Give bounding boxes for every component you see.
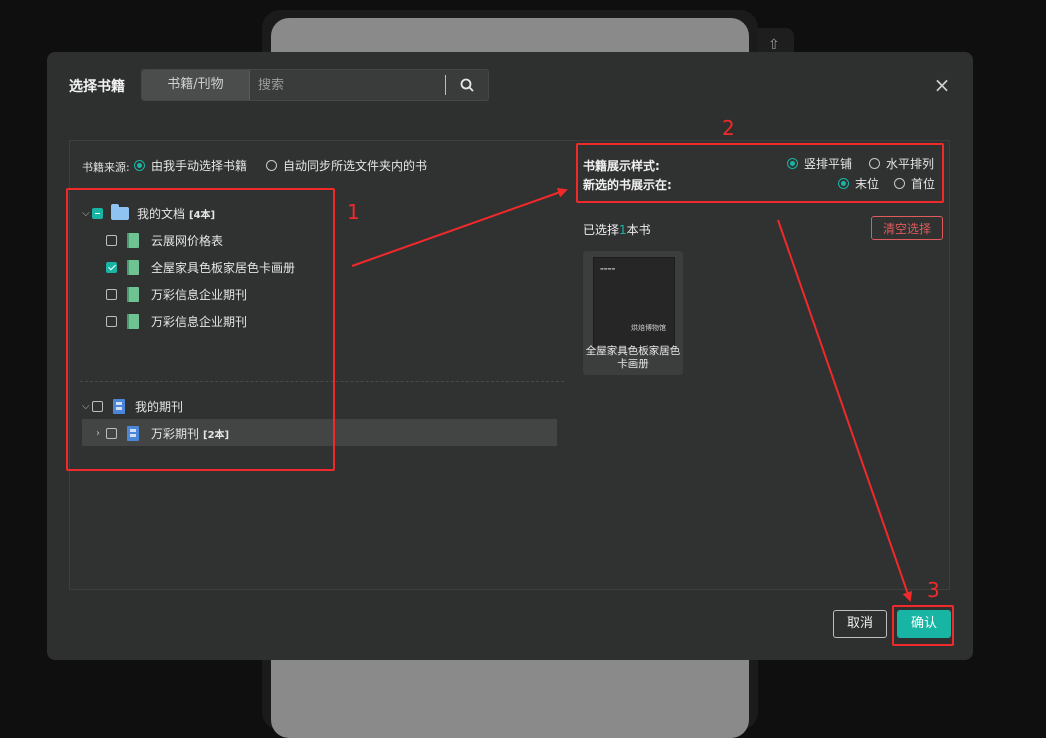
search-input[interactable]	[252, 70, 454, 100]
search-bar: 书籍/刊物	[141, 69, 489, 101]
cover-brand: ▬▬▬▬	[600, 266, 616, 271]
source-option-label: 由我手动选择书籍	[151, 159, 248, 173]
close-icon[interactable]: ×	[931, 74, 953, 96]
search-icon	[460, 78, 474, 92]
annotation-box-3	[892, 605, 954, 646]
selected-book-card[interactable]: ▬▬▬▬ 烘焙博物馆 全屋家具色板家居色卡画册	[583, 251, 683, 375]
book-title: 全屋家具色板家居色卡画册	[585, 345, 681, 370]
source-option-sync[interactable]: 自动同步所选文件夹内的书	[266, 157, 427, 174]
book-cover: ▬▬▬▬ 烘焙博物馆	[593, 257, 675, 347]
source-option-manual[interactable]: 由我手动选择书籍	[134, 157, 247, 174]
source-label: 书籍来源:	[82, 161, 130, 174]
search-type-selector[interactable]: 书籍/刊物	[142, 70, 250, 100]
radio-icon	[134, 160, 145, 171]
selected-count: 已选择1本书	[583, 223, 651, 237]
source-option-label: 自动同步所选文件夹内的书	[283, 159, 428, 173]
cover-title: 烘焙博物馆	[631, 324, 666, 332]
upload-icon: ⇧	[768, 37, 780, 53]
cancel-button[interactable]: 取消	[833, 610, 887, 638]
annotation-box-2	[576, 143, 944, 203]
annotation-number-1: 1	[347, 200, 360, 224]
clear-selection-button[interactable]: 清空选择	[871, 216, 943, 240]
dialog-title: 选择书籍	[69, 79, 125, 95]
radio-icon	[266, 160, 277, 171]
display-settings-panel: 书籍展示样式: 竖排平铺 水平排列 新选的书展示在: 末位 首位 已选择1本书 …	[573, 140, 950, 590]
search-divider	[445, 75, 446, 95]
annotation-box-1	[66, 188, 335, 471]
annotation-number-3: 3	[927, 578, 940, 602]
search-button[interactable]	[448, 70, 486, 100]
annotation-number-2: 2	[722, 116, 735, 140]
